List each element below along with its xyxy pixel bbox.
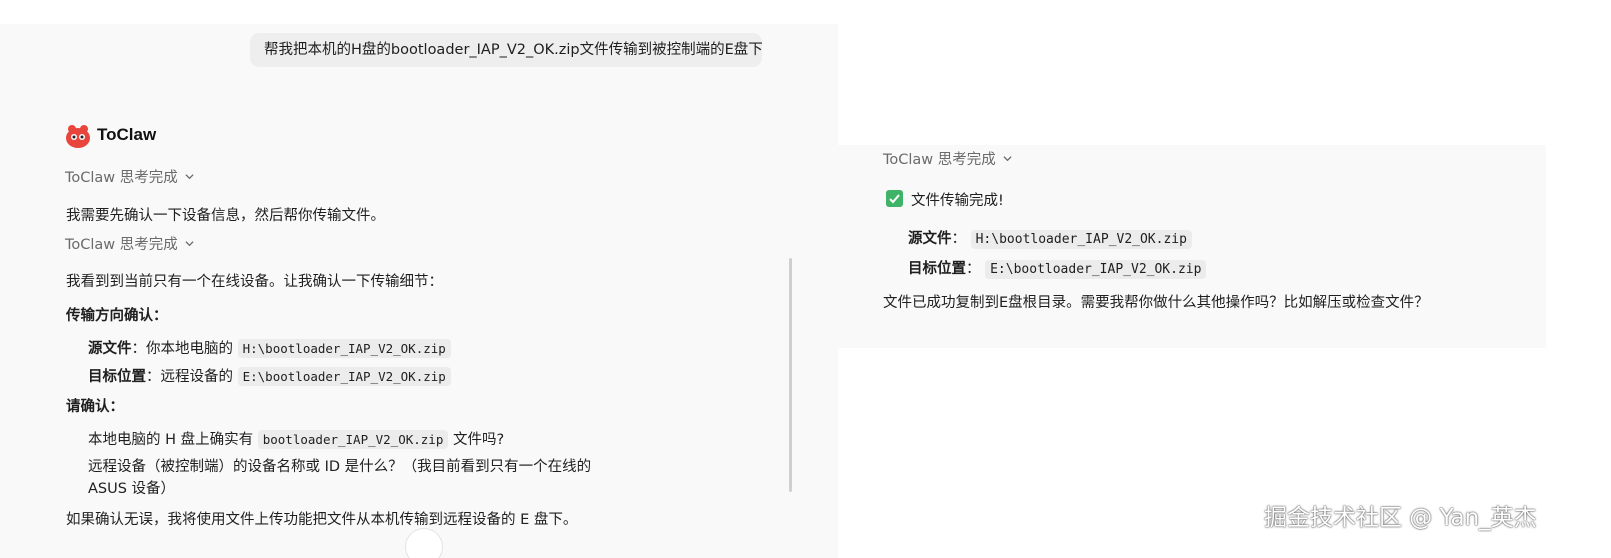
- section-title-confirm: 请确认：: [66, 399, 124, 415]
- thinking-label: ToClaw 思考完成: [65, 170, 178, 186]
- chat-panel-left: 帮我把本机的H盘的bootloader_IAP_V2_OK.zip文件传输到被控…: [0, 24, 838, 558]
- assistant-message-1: 我需要先确认一下设备信息，然后帮你传输文件。: [66, 208, 385, 224]
- result-target-line: 目标位置： E:\bootloader_IAP_V2_OK.zip: [908, 257, 1207, 279]
- done-title: 文件传输完成!: [911, 193, 1004, 209]
- result-target-path: E:\bootloader_IAP_V2_OK.zip: [985, 260, 1207, 279]
- thinking-toggle-3[interactable]: ToClaw 思考完成: [883, 148, 1012, 169]
- user-message-bubble: 帮我把本机的H盘的bootloader_IAP_V2_OK.zip文件传输到被控…: [250, 33, 762, 67]
- toclaw-logo-icon: [66, 125, 90, 148]
- assistant-name: ToClaw: [97, 125, 157, 144]
- watermark: 掘金技术社区 @ Yan_英杰: [1264, 505, 1537, 531]
- confirm1-suffix: 文件吗?: [452, 432, 505, 448]
- assistant-message-2: 我看到到当前只有一个在线设备。让我确认一下传输细节：: [66, 274, 443, 290]
- confirm-item-1: 本地电脑的 H 盘上确实有 bootloader_IAP_V2_OK.zip 文…: [88, 428, 504, 449]
- confirm-item-2-line1: 远程设备（被控制端）的设备名称或 ID 是什么？（我目前看到只有一个在线的: [88, 459, 592, 475]
- thinking-label: ToClaw 思考完成: [65, 237, 178, 253]
- result-source-label: 源文件: [908, 231, 952, 247]
- scroll-down-icon[interactable]: [405, 528, 443, 558]
- result-source-line: 源文件： H:\bootloader_IAP_V2_OK.zip: [908, 227, 1192, 249]
- chat-panel-right: ToClaw 思考完成 文件传输完成! 源文件： H:\bootloader_I…: [838, 145, 1546, 348]
- result-source-sep: ：: [951, 231, 967, 247]
- confirm1-code: bootloader_IAP_V2_OK.zip: [257, 430, 449, 449]
- target-prefix: ：远程设备的: [146, 369, 233, 385]
- thinking-toggle-1[interactable]: ToClaw 思考完成: [65, 166, 194, 187]
- chevron-down-icon: [185, 174, 194, 180]
- result-source-path: H:\bootloader_IAP_V2_OK.zip: [970, 230, 1192, 249]
- chevron-down-icon: [185, 241, 194, 247]
- thinking-toggle-2[interactable]: ToClaw 思考完成: [65, 233, 194, 254]
- final-message: 如果确认无误，我将使用文件上传功能把文件从本机传输到远程设备的 E 盘下。: [66, 512, 578, 528]
- section-title-direction: 传输方向确认：: [66, 308, 168, 324]
- target-path: E:\bootloader_IAP_V2_OK.zip: [237, 367, 451, 386]
- source-line: 源文件：你本地电脑的 H:\bootloader_IAP_V2_OK.zip: [88, 337, 451, 358]
- chevron-down-icon: [1003, 156, 1012, 162]
- source-path: H:\bootloader_IAP_V2_OK.zip: [237, 339, 451, 358]
- confirm-item-2-line2: ASUS 设备）: [88, 481, 176, 497]
- check-box-icon: [886, 190, 903, 207]
- user-message-text: 帮我把本机的H盘的bootloader_IAP_V2_OK.zip文件传输到被控…: [264, 42, 762, 58]
- result-target-label: 目标位置: [908, 261, 966, 277]
- thinking-label: ToClaw 思考完成: [883, 152, 996, 168]
- target-label: 目标位置: [88, 369, 146, 385]
- source-label: 源文件: [88, 341, 132, 357]
- scrollbar[interactable]: [789, 258, 792, 492]
- confirm1-prefix: 本地电脑的 H 盘上确实有: [88, 432, 254, 448]
- result-target-sep: ：: [966, 261, 981, 277]
- result-summary: 文件已成功复制到E盘根目录。需要我帮你做什么其他操作吗？比如解压或检查文件？: [883, 295, 1429, 311]
- target-line: 目标位置：远程设备的 E:\bootloader_IAP_V2_OK.zip: [88, 365, 451, 386]
- source-prefix: ：你本地电脑的: [131, 341, 234, 357]
